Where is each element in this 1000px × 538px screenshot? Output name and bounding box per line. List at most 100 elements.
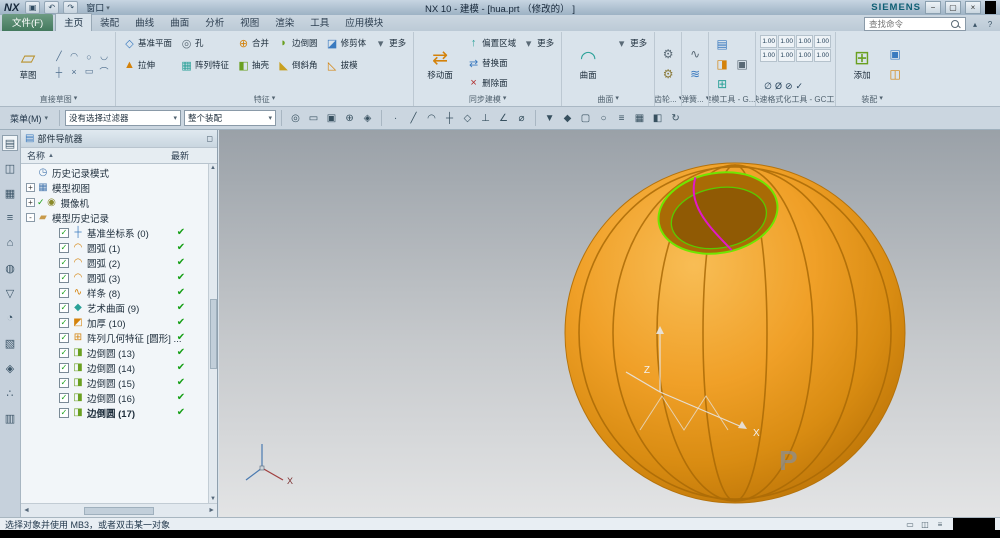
status-tool-icon[interactable]: ≡ [934, 519, 946, 530]
expander-icon[interactable] [48, 378, 57, 387]
ribbon-button[interactable]: ◪ 修剪体 [323, 33, 370, 53]
view-tool-icon[interactable]: ↻ [667, 110, 684, 127]
group-label-gear[interactable]: 齿轮... ▾ [655, 94, 681, 105]
tree-row[interactable]: ✓ ✓ ◨ 边倒圆 (14) ✔ [21, 360, 217, 375]
tree-row[interactable]: ✓ ✓ ◠ 圆弧 (2) ✔ [21, 255, 217, 270]
ribbon-button[interactable]: ◣ 倒斜角 [274, 55, 321, 75]
ribbon-button[interactable]: ↑ 偏置区域 [464, 33, 519, 53]
spring-tool-icon[interactable]: ∿ [686, 45, 704, 63]
selection-tool-icon[interactable]: ◈ [359, 110, 376, 127]
ribbon-tab[interactable]: 应用模块 [337, 14, 391, 31]
snap-point-icon[interactable]: ∙ [387, 110, 404, 127]
ribbon-tab[interactable]: 曲面 [162, 14, 197, 31]
expander-icon[interactable] [48, 318, 57, 327]
status-tool-icon[interactable]: ▭ [904, 519, 916, 530]
snap-point-icon[interactable]: ╱ [405, 110, 422, 127]
dim-format-icon[interactable]: 1.00 [796, 35, 814, 48]
gc-tool-icon[interactable]: ▣ [733, 55, 751, 73]
scroll-right-icon[interactable]: ► [208, 507, 215, 514]
snap-point-icon[interactable]: ⌀ [513, 110, 530, 127]
menu-button[interactable]: 菜单(M) ▾ [4, 110, 54, 127]
scrollbar-thumb[interactable] [84, 506, 154, 515]
suppress-checkbox[interactable]: ✓ [59, 302, 69, 313]
viewport-canvas[interactable]: Z X X P [219, 130, 1000, 517]
ribbon-button[interactable]: × 删除面 [464, 73, 519, 93]
search-field[interactable] [864, 17, 966, 31]
scroll-up-icon[interactable]: ▲ [210, 165, 216, 171]
gc-tool-icon[interactable]: ◨ [713, 55, 731, 73]
tree-row[interactable]: ✓ ✓ ◆ 艺术曲面 (9) ✔ [21, 300, 217, 315]
view-tool-icon[interactable]: ≡ [613, 110, 630, 127]
panel-pin-icon[interactable]: ◻ [206, 134, 213, 143]
minimize-button[interactable]: − [925, 1, 941, 14]
group-label-surface[interactable]: 曲面 ▾ [562, 94, 654, 105]
dim-format-icon[interactable]: 1.00 [796, 49, 814, 62]
suppress-checkbox[interactable]: ✓ [59, 317, 69, 328]
resource-bar-icon[interactable]: ∴ [2, 385, 18, 401]
group-label-gc-tools[interactable]: 建模工具 - G... ▾ [709, 94, 755, 105]
selection-scope-dropdown[interactable]: 整个装配 ▾ [184, 110, 277, 126]
expander-icon[interactable] [48, 363, 57, 372]
add-component-button[interactable]: ⊞ 添加 [840, 33, 884, 95]
tree-row[interactable]: ✓ ✓ ◨ 边倒圆 (16) ✔ [21, 390, 217, 405]
suppress-checkbox[interactable]: ✓ [59, 287, 69, 298]
suppress-checkbox[interactable]: ✓ [59, 242, 69, 253]
surface-button[interactable]: ◠ 曲面 [566, 33, 610, 95]
ribbon-button[interactable]: ▲ 拉伸 [120, 55, 175, 75]
ribbon-tab[interactable]: 分析 [197, 14, 232, 31]
scrollbar-thumb[interactable] [209, 298, 217, 369]
view-tool-icon[interactable]: ▼ [541, 110, 558, 127]
scroll-down-icon[interactable]: ▼ [210, 496, 216, 502]
selection-tool-icon[interactable]: ▣ [323, 110, 340, 127]
close-button[interactable]: × [965, 1, 981, 14]
ribbon-tab[interactable]: 装配 [92, 14, 127, 31]
tree-row[interactable]: ✓ ✓ ◨ 边倒圆 (17) ✔ [21, 405, 217, 420]
ribbon-tab[interactable]: 主页 [55, 13, 93, 31]
ribbon-button[interactable]: ⊕ 合并 [234, 33, 272, 53]
ribbon-tab[interactable]: 曲线 [127, 14, 162, 31]
dim-format-icon[interactable]: 1.00 [778, 35, 796, 48]
save-icon[interactable]: ▣ [25, 1, 41, 14]
ribbon-button[interactable]: ▾ 更多 [371, 33, 409, 53]
tree-row[interactable]: ✓ ✓ ◨ 边倒圆 (15) ✔ [21, 375, 217, 390]
expander-icon[interactable] [48, 408, 57, 417]
suppress-checkbox[interactable]: ✓ [59, 362, 69, 373]
resource-bar-icon[interactable]: ▽ [2, 285, 18, 301]
tree-row[interactable]: + ✓ ✓ ▦ 模型视图 [21, 180, 217, 195]
diameter-symbol-icon[interactable]: Ø [775, 81, 782, 92]
expander-icon[interactable] [48, 333, 57, 342]
scroll-left-icon[interactable]: ◄ [23, 507, 30, 514]
graphics-window[interactable]: Z X X P [219, 130, 1000, 517]
ribbon-button[interactable]: ⇄ 替换面 [464, 53, 519, 73]
snap-point-icon[interactable]: ⊥ [477, 110, 494, 127]
ribbon-tab[interactable]: 视图 [232, 14, 267, 31]
view-tool-icon[interactable]: ▢ [577, 110, 594, 127]
gear-tool-icon[interactable]: ⚙ [659, 45, 677, 63]
tree-row[interactable]: ✓ ✓ ∿ 样条 (8) ✔ [21, 285, 217, 300]
column-header-latest[interactable]: 最新 [171, 149, 217, 162]
sketch-button[interactable]: ▱ 草图 [6, 33, 50, 95]
selection-tool-icon[interactable]: ⊕ [341, 110, 358, 127]
view-tool-icon[interactable]: ◧ [649, 110, 666, 127]
dim-format-icon[interactable]: 1.00 [760, 35, 778, 48]
diameter-symbol-icon[interactable]: ✓ [796, 81, 804, 92]
expander-icon[interactable] [48, 393, 57, 402]
group-label-sync[interactable]: 同步建模 ▾ [414, 94, 561, 105]
suppress-checkbox[interactable]: ✓ [59, 272, 69, 283]
curve-tool-icon[interactable]: ⌒ [97, 65, 111, 79]
view-tool-icon[interactable]: ◆ [559, 110, 576, 127]
tree-row[interactable]: ✓ ✓ ◷ 历史记录模式 [21, 165, 217, 180]
group-label-direct-sketch[interactable]: 直接草图 ▾ [2, 94, 115, 105]
column-header-name[interactable]: 名称 ▲ [21, 149, 171, 162]
selection-tool-icon[interactable]: ◎ [287, 110, 304, 127]
tree-row[interactable]: ✓ ✓ ◩ 加厚 (10) ✔ [21, 315, 217, 330]
gc-tool-icon[interactable]: ⊞ [713, 75, 731, 93]
expander-icon[interactable] [48, 258, 57, 267]
curve-tool-icon[interactable]: ◠ [67, 50, 81, 64]
curve-tool-icon[interactable]: ╱ [52, 50, 66, 64]
expander-icon[interactable] [48, 288, 57, 297]
dim-format-icon[interactable]: 1.00 [814, 49, 832, 62]
curve-tool-icon[interactable]: ▭ [82, 65, 96, 79]
diameter-symbol-icon[interactable]: ⊘ [785, 81, 793, 92]
resource-bar-icon[interactable]: ▦ [2, 185, 18, 201]
